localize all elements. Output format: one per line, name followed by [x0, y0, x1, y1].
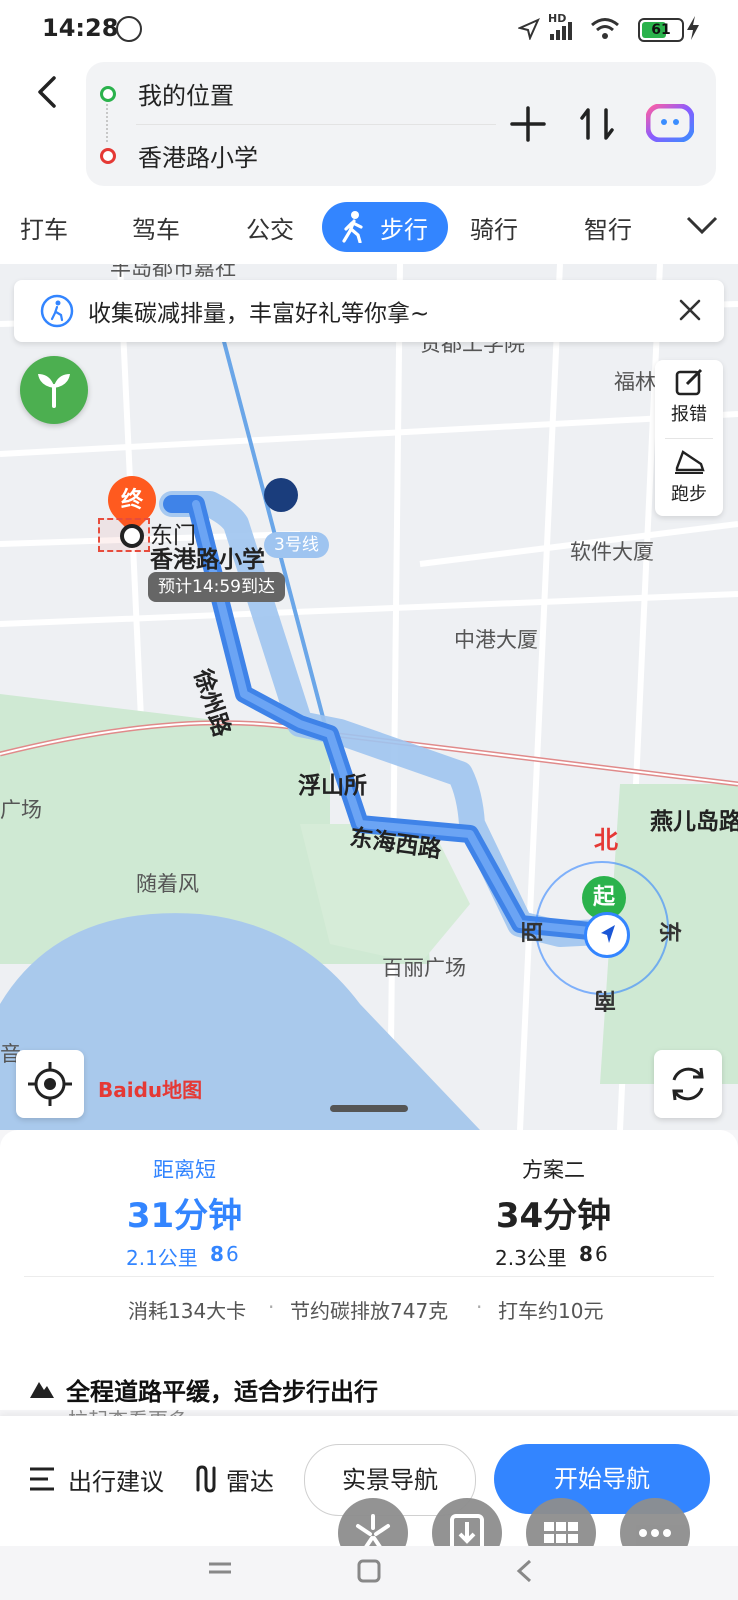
system-nav-bar	[0, 1546, 738, 1600]
current-location-icon	[584, 912, 630, 958]
banner-text: 收集碳减排量，丰富好礼等你拿~	[88, 301, 430, 327]
back-icon[interactable]	[30, 72, 66, 112]
plan-1-time: 31分钟	[126, 1196, 243, 1236]
locate-icon	[28, 1062, 72, 1106]
map-label-suizhefeng: 随着风	[136, 872, 199, 896]
map-label-guangchang: 广场	[0, 798, 42, 822]
status-time: 14:28	[42, 14, 119, 42]
locate-me-button[interactable]	[16, 1050, 84, 1118]
travel-advice-button[interactable]: 出行建议	[68, 1462, 164, 1497]
stat-taxi: 打车约10元	[498, 1299, 604, 1323]
metro-line-badge: 3号线	[264, 532, 329, 558]
baidu-logo: Baidu地图	[98, 1078, 203, 1102]
plan-2-lights: 6	[595, 1242, 608, 1266]
back-nav-icon[interactable]	[514, 1558, 534, 1584]
compass-west: 西	[521, 920, 547, 944]
carbon-leaf-button[interactable]	[20, 356, 88, 424]
metro-station-icon[interactable]	[264, 478, 298, 512]
run-label: 跑步	[671, 484, 707, 505]
radar-button[interactable]: 雷达	[226, 1462, 274, 1497]
end-badge: 终	[120, 488, 143, 513]
report-error-button[interactable]: 报错	[655, 360, 723, 436]
plan-2-time: 34分钟	[495, 1196, 612, 1236]
terrain-icon	[30, 1382, 54, 1398]
plan-card-1[interactable]: 距离短 31分钟 2.1公里 8 6	[0, 1130, 369, 1270]
tab-taxi[interactable]: 打车	[20, 210, 68, 245]
route-plans-sheet: 距离短 31分钟 2.1公里 8 6 方案二 34分钟 2.3公里 8 6	[0, 1130, 738, 1410]
notice-title: 全程道路平缓，适合步行出行	[66, 1378, 378, 1406]
tab-ride[interactable]: 骑行	[470, 210, 518, 245]
stat-separator: ·	[476, 1295, 483, 1319]
compass-south: 南	[594, 987, 617, 1012]
stat-calories: 消耗134大卡	[128, 1299, 247, 1323]
plan-1-lights: 6	[226, 1242, 239, 1266]
edit-icon	[675, 368, 703, 396]
battery-level: 61	[651, 22, 671, 38]
report-label: 报错	[671, 404, 707, 425]
sheet-handle[interactable]	[330, 1105, 408, 1112]
run-button[interactable]: 跑步	[655, 440, 723, 516]
plan-card-2[interactable]: 方案二 34分钟 2.3公里 8 6	[369, 1130, 738, 1270]
eta-badge: 预计14:59到达	[148, 572, 285, 602]
menu-nav-icon[interactable]	[206, 1560, 234, 1584]
tab-drive[interactable]: 驾车	[132, 210, 180, 245]
traffic-light-icon: 8	[210, 1242, 224, 1266]
plan-1-distance: 2.1公里	[126, 1246, 198, 1270]
swap-route-icon[interactable]	[578, 104, 616, 144]
tab-bus[interactable]: 公交	[246, 210, 294, 245]
map-label-fushansuo: 浮山所	[298, 773, 367, 799]
map-label-yaner: 燕儿岛路	[650, 809, 738, 835]
panel-divider	[665, 438, 713, 439]
carbon-banner[interactable]: 收集碳减排量，丰富好礼等你拿~	[14, 280, 724, 342]
tab-walk-label: 步行	[380, 216, 428, 244]
plan-2-distance: 2.3公里	[495, 1246, 567, 1270]
add-waypoint-icon[interactable]	[510, 106, 546, 142]
destination-name: 香港路小学	[150, 547, 265, 573]
origin-dot-icon	[100, 86, 116, 102]
shoe-icon	[675, 450, 705, 474]
alarm-icon	[116, 16, 142, 42]
refresh-route-button[interactable]	[654, 1050, 722, 1118]
status-bar: 14:28 HD 61	[0, 0, 738, 56]
plan-1-label: 距离短	[153, 1158, 216, 1182]
map-label-baili: 百丽广场	[382, 956, 466, 980]
map-label-software: 软件大厦	[570, 540, 654, 564]
home-nav-icon[interactable]	[356, 1558, 382, 1584]
close-icon[interactable]	[678, 298, 702, 322]
tab-walk[interactable]: 步行	[322, 202, 448, 252]
compass-east: 东	[656, 920, 682, 944]
map-label-fulin: 福林	[614, 370, 656, 394]
assistant-icon[interactable]	[646, 104, 694, 142]
stat-carbon: 节约碳排放747克	[290, 1299, 449, 1323]
radar-icon	[196, 1465, 216, 1493]
destination-point-icon	[120, 524, 144, 548]
origin-field[interactable]: 我的位置	[138, 76, 234, 111]
compass-north: 北	[594, 826, 618, 854]
walk-icon	[342, 211, 363, 243]
wifi-icon	[591, 18, 619, 39]
refresh-icon	[672, 1067, 704, 1101]
signal-icon	[550, 22, 572, 40]
map-label-zhonggang: 中港大厦	[454, 628, 538, 652]
route-connector	[106, 104, 108, 142]
chevron-down-icon[interactable]	[686, 214, 718, 236]
battery-indicator: 61	[638, 18, 684, 42]
plans-divider	[24, 1276, 714, 1277]
destination-dot-icon	[100, 148, 116, 164]
map-side-panel: 报错 跑步	[655, 360, 723, 516]
location-arrow-icon	[518, 18, 540, 40]
tab-smart[interactable]: 智行	[584, 210, 632, 245]
stat-separator: ·	[268, 1295, 275, 1319]
charging-icon	[687, 16, 699, 40]
list-icon	[30, 1467, 54, 1491]
traffic-light-icon: 8	[579, 1242, 593, 1266]
leaf-icon	[38, 374, 70, 408]
destination-field[interactable]: 香港路小学	[138, 138, 258, 173]
walk-circle-icon	[40, 294, 74, 328]
route-divider	[136, 124, 496, 125]
map-view[interactable]: 丰岛都市嘉社 贵都工学院 福林 软件大厦 中港大厦 徐州路 浮山所 东海西路 燕…	[0, 264, 738, 1130]
plan-2-label: 方案二	[522, 1158, 585, 1182]
